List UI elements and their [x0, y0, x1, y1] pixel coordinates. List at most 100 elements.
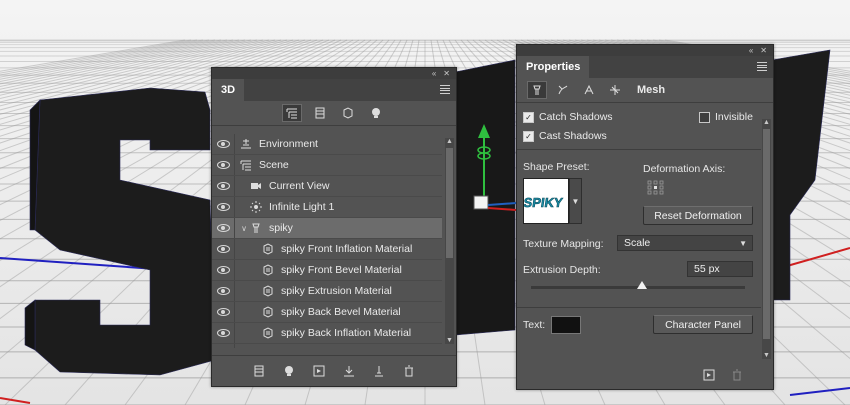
- mesh-icon: [249, 222, 263, 234]
- reset-deformation-button[interactable]: Reset Deformation: [643, 206, 753, 225]
- chevron-down-icon: ▼: [739, 239, 747, 248]
- constraint-add-icon[interactable]: [371, 363, 387, 379]
- tab-properties[interactable]: Properties: [517, 56, 590, 78]
- 3d-panel: « ✕ 3D Environment Scene Current View Infin…: [211, 67, 457, 387]
- scene-icon: [239, 159, 253, 171]
- visibility-eye-icon[interactable]: [212, 176, 235, 196]
- scene-layer-list: Environment Scene Current View Infinite Lig…: [212, 134, 442, 348]
- coordinates-mode-button[interactable]: [605, 81, 625, 99]
- layer-row[interactable]: Boundary Constraint 1: [212, 344, 442, 348]
- invisible-checkbox[interactable]: Invisible: [699, 111, 753, 123]
- delete-icon[interactable]: [729, 367, 745, 383]
- catch-shadows-checkbox[interactable]: ✓ Catch Shadows: [523, 111, 613, 123]
- properties-scrollbar[interactable]: ▲ ▼: [762, 119, 771, 359]
- properties-mode-toolbar: Mesh: [517, 78, 773, 103]
- mesh-icon: [533, 85, 541, 95]
- scene-filter-button[interactable]: [282, 104, 302, 122]
- panel-header-strip: « ✕: [212, 68, 456, 79]
- visibility-eye-icon[interactable]: [212, 218, 235, 238]
- character-panel-button[interactable]: Character Panel: [653, 315, 753, 334]
- panel-menu-icon[interactable]: [757, 62, 767, 71]
- camera-icon: [249, 180, 263, 192]
- tab-bar: 3D: [212, 79, 456, 101]
- mesh-mode-button[interactable]: [527, 81, 547, 99]
- visibility-eye-icon[interactable]: [212, 239, 235, 259]
- text-color-label: Text:: [523, 319, 546, 331]
- material-icon: [261, 243, 275, 255]
- drop-to-plane-icon[interactable]: [341, 363, 357, 379]
- material-filter-button[interactable]: [338, 104, 358, 122]
- layer-row[interactable]: spiky Front Inflation Material: [212, 239, 442, 260]
- layer-row[interactable]: Environment: [212, 134, 442, 155]
- layer-list-scrollbar[interactable]: ▲ ▼: [445, 138, 454, 344]
- delete-icon[interactable]: [401, 363, 417, 379]
- layer-row[interactable]: spiky Front Bevel Material: [212, 260, 442, 281]
- deformation-axis-widget[interactable]: [647, 180, 665, 196]
- deform-mode-button[interactable]: [553, 81, 573, 99]
- layer-label: Scene: [259, 159, 289, 171]
- cap-icon: [584, 84, 594, 95]
- layer-label: spiky Front Inflation Material: [281, 243, 413, 255]
- layer-row[interactable]: ∨ spiky: [212, 218, 442, 239]
- close-icon[interactable]: ✕: [443, 69, 450, 78]
- light-filter-button[interactable]: [366, 104, 386, 122]
- cap-mode-button[interactable]: [579, 81, 599, 99]
- extrusion-depth-input[interactable]: 55 px: [687, 261, 753, 277]
- new-mesh-icon[interactable]: [251, 363, 267, 379]
- close-icon[interactable]: ✕: [760, 46, 767, 55]
- chevron-down-icon[interactable]: ∨: [239, 224, 249, 233]
- visibility-eye-icon[interactable]: [212, 323, 235, 343]
- layer-row[interactable]: Current View: [212, 176, 442, 197]
- layer-row[interactable]: Scene: [212, 155, 442, 176]
- layer-label: spiky Extrusion Material: [281, 285, 392, 297]
- layer-label: spiky: [269, 222, 293, 234]
- slider-handle[interactable]: [637, 281, 648, 289]
- panel-header-strip: « ✕: [517, 45, 773, 56]
- visibility-eye-icon[interactable]: [212, 281, 235, 301]
- layer-label: Environment: [259, 138, 318, 150]
- visibility-eye-icon[interactable]: [212, 197, 235, 217]
- panel-menu-icon[interactable]: [440, 85, 450, 94]
- tab-3d[interactable]: 3D: [212, 79, 245, 101]
- text-color-swatch[interactable]: [551, 316, 581, 334]
- layer-row[interactable]: spiky Extrusion Material: [212, 281, 442, 302]
- shape-preset-label: Shape Preset:: [523, 161, 590, 173]
- material-icon: [261, 264, 275, 276]
- mesh-filter-button[interactable]: [310, 104, 330, 122]
- shape-preset-thumbnail[interactable]: SPIKY: [523, 178, 569, 224]
- cast-shadows-checkbox[interactable]: ✓ Cast Shadows: [523, 130, 607, 142]
- 3d-panel-footer: [212, 355, 456, 386]
- coordinates-icon: [610, 85, 620, 95]
- new-light-icon[interactable]: [281, 363, 297, 379]
- deformation-axis-label: Deformation Axis:: [643, 163, 726, 175]
- check-icon: ✓: [523, 111, 534, 123]
- collapse-icon[interactable]: «: [432, 69, 436, 78]
- filter-toolbar: [212, 101, 456, 126]
- texture-mapping-value: Scale: [624, 237, 651, 249]
- layer-label: spiky Back Inflation Material: [281, 327, 412, 339]
- shape-preset-dropdown[interactable]: ▼: [569, 178, 582, 224]
- light-icon: [372, 108, 380, 118]
- environment-icon: [239, 138, 253, 150]
- visibility-eye-icon[interactable]: [212, 134, 235, 154]
- extrusion-depth-slider[interactable]: [531, 281, 745, 289]
- render-icon[interactable]: [311, 363, 327, 379]
- visibility-eye-icon[interactable]: [212, 155, 235, 175]
- divider: [517, 307, 761, 308]
- layer-row[interactable]: spiky Back Inflation Material: [212, 323, 442, 344]
- layer-row[interactable]: spiky Back Bevel Material: [212, 302, 442, 323]
- deform-icon: [558, 85, 568, 95]
- render-icon[interactable]: [701, 367, 717, 383]
- visibility-eye-icon[interactable]: [212, 302, 235, 322]
- divider: [517, 149, 761, 150]
- preset-preview-text: SPIKY: [524, 195, 564, 210]
- texture-mapping-select[interactable]: Scale ▼: [617, 235, 753, 251]
- mesh-icon: [315, 107, 325, 119]
- invisible-label: Invisible: [715, 111, 753, 123]
- tab-bar: Properties: [517, 56, 773, 78]
- visibility-eye-icon[interactable]: [212, 344, 235, 348]
- collapse-icon[interactable]: «: [749, 46, 753, 55]
- layer-row[interactable]: Infinite Light 1: [212, 197, 442, 218]
- visibility-eye-icon[interactable]: [212, 260, 235, 280]
- material-icon: [261, 285, 275, 297]
